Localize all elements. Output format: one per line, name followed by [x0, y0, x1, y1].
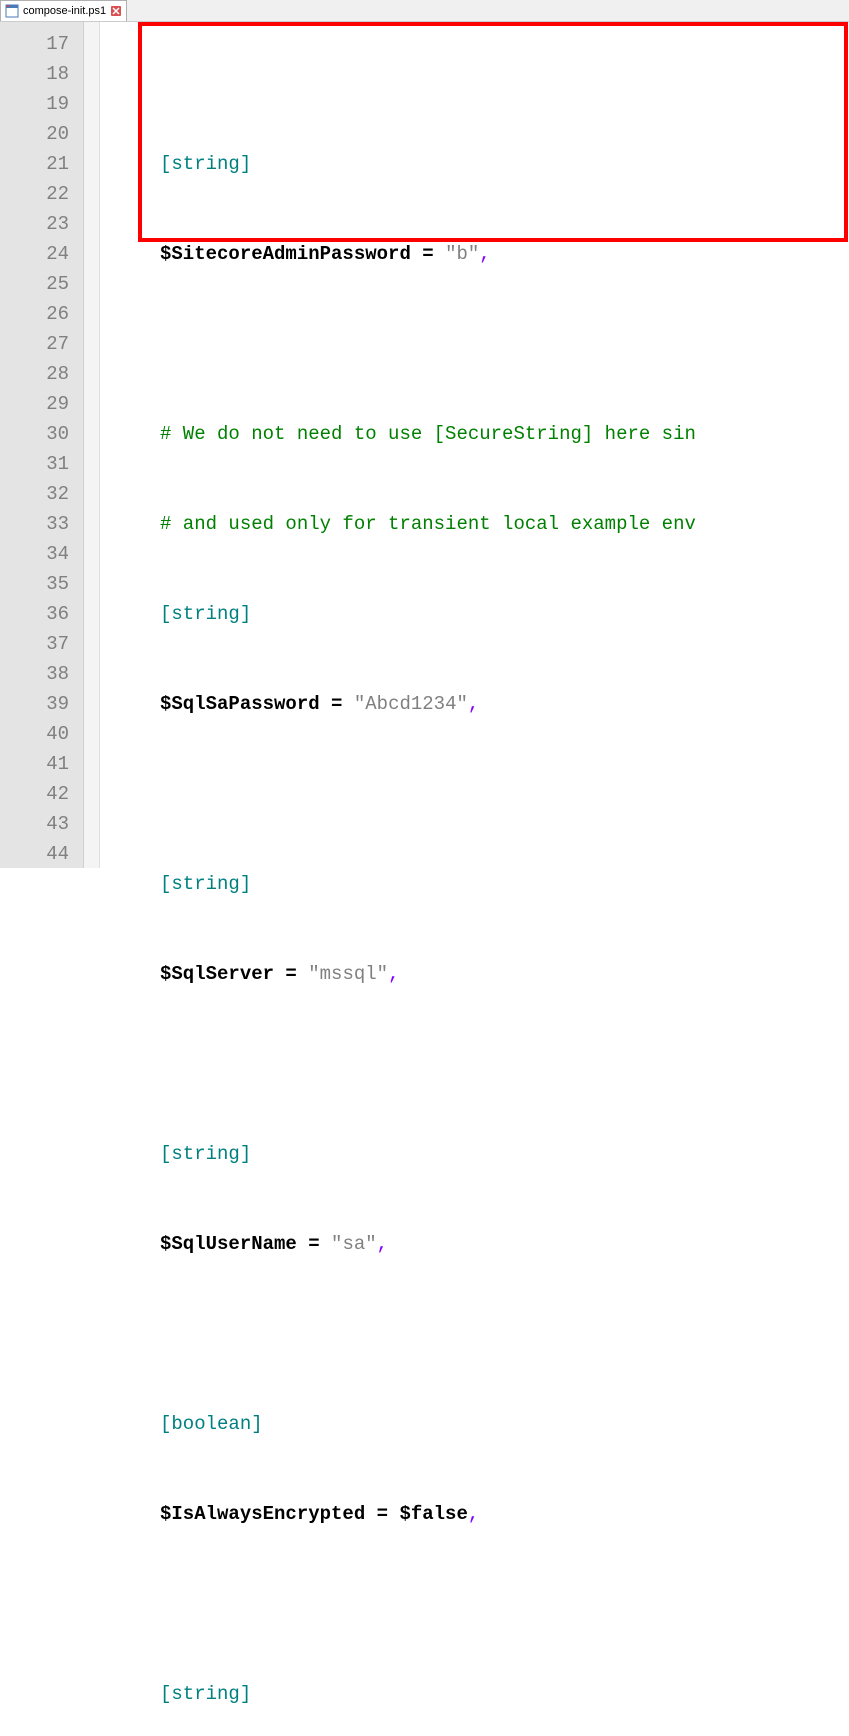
- line-number: 19: [0, 89, 69, 119]
- line-number: 29: [0, 389, 69, 419]
- fold-margin: [84, 22, 100, 868]
- tab-filename: compose-init.ps1: [23, 5, 106, 17]
- line-number: 44: [0, 839, 69, 869]
- line-number: 32: [0, 479, 69, 509]
- code-line: # We do not need to use [SecureString] h…: [100, 419, 696, 449]
- close-icon[interactable]: [110, 5, 122, 17]
- line-number: 42: [0, 779, 69, 809]
- code-content[interactable]: [string] $SitecoreAdminPassword = "b", #…: [100, 22, 696, 868]
- line-number: 33: [0, 509, 69, 539]
- code-line: # and used only for transient local exam…: [100, 509, 696, 539]
- line-number: 26: [0, 299, 69, 329]
- file-icon: [5, 4, 19, 18]
- code-line: [string]: [100, 599, 696, 629]
- line-number: 24: [0, 239, 69, 269]
- line-number: 31: [0, 449, 69, 479]
- tab-bar: compose-init.ps1: [0, 0, 849, 22]
- line-number: 18: [0, 59, 69, 89]
- code-line: $SitecoreAdminPassword = "b",: [100, 239, 696, 269]
- line-number: 37: [0, 629, 69, 659]
- line-number: 22: [0, 179, 69, 209]
- file-tab[interactable]: compose-init.ps1: [0, 0, 127, 21]
- code-editor[interactable]: 17 18 19 20 21 22 23 24 25 26 27 28 29 3…: [0, 22, 849, 868]
- code-line: [string]: [100, 869, 696, 899]
- line-number: 20: [0, 119, 69, 149]
- code-line: [100, 1049, 696, 1079]
- line-number: 21: [0, 149, 69, 179]
- code-line: [100, 1589, 696, 1619]
- line-number: 40: [0, 719, 69, 749]
- code-line: [string]: [100, 1679, 696, 1709]
- line-number: 23: [0, 209, 69, 239]
- code-line: $SqlServer = "mssql",: [100, 959, 696, 989]
- line-number: 41: [0, 749, 69, 779]
- code-line: $SqlUserName = "sa",: [100, 1229, 696, 1259]
- line-number: 17: [0, 29, 69, 59]
- code-line: [string]: [100, 1139, 696, 1169]
- line-number: 34: [0, 539, 69, 569]
- line-number: 36: [0, 599, 69, 629]
- code-line: [100, 779, 696, 809]
- line-number: 28: [0, 359, 69, 389]
- code-line: [boolean]: [100, 1409, 696, 1439]
- line-number: 35: [0, 569, 69, 599]
- highlight-annotation: [138, 22, 848, 242]
- code-line: [100, 1319, 696, 1349]
- line-number: 27: [0, 329, 69, 359]
- line-number: 30: [0, 419, 69, 449]
- line-number: 39: [0, 689, 69, 719]
- code-line: $SqlSaPassword = "Abcd1234",: [100, 689, 696, 719]
- line-number: 38: [0, 659, 69, 689]
- line-number-gutter: 17 18 19 20 21 22 23 24 25 26 27 28 29 3…: [0, 22, 84, 868]
- code-line: [100, 329, 696, 359]
- line-number: 25: [0, 269, 69, 299]
- code-line: [string]: [100, 149, 696, 179]
- code-line: $IsAlwaysEncrypted = $false,: [100, 1499, 696, 1529]
- line-number: 43: [0, 809, 69, 839]
